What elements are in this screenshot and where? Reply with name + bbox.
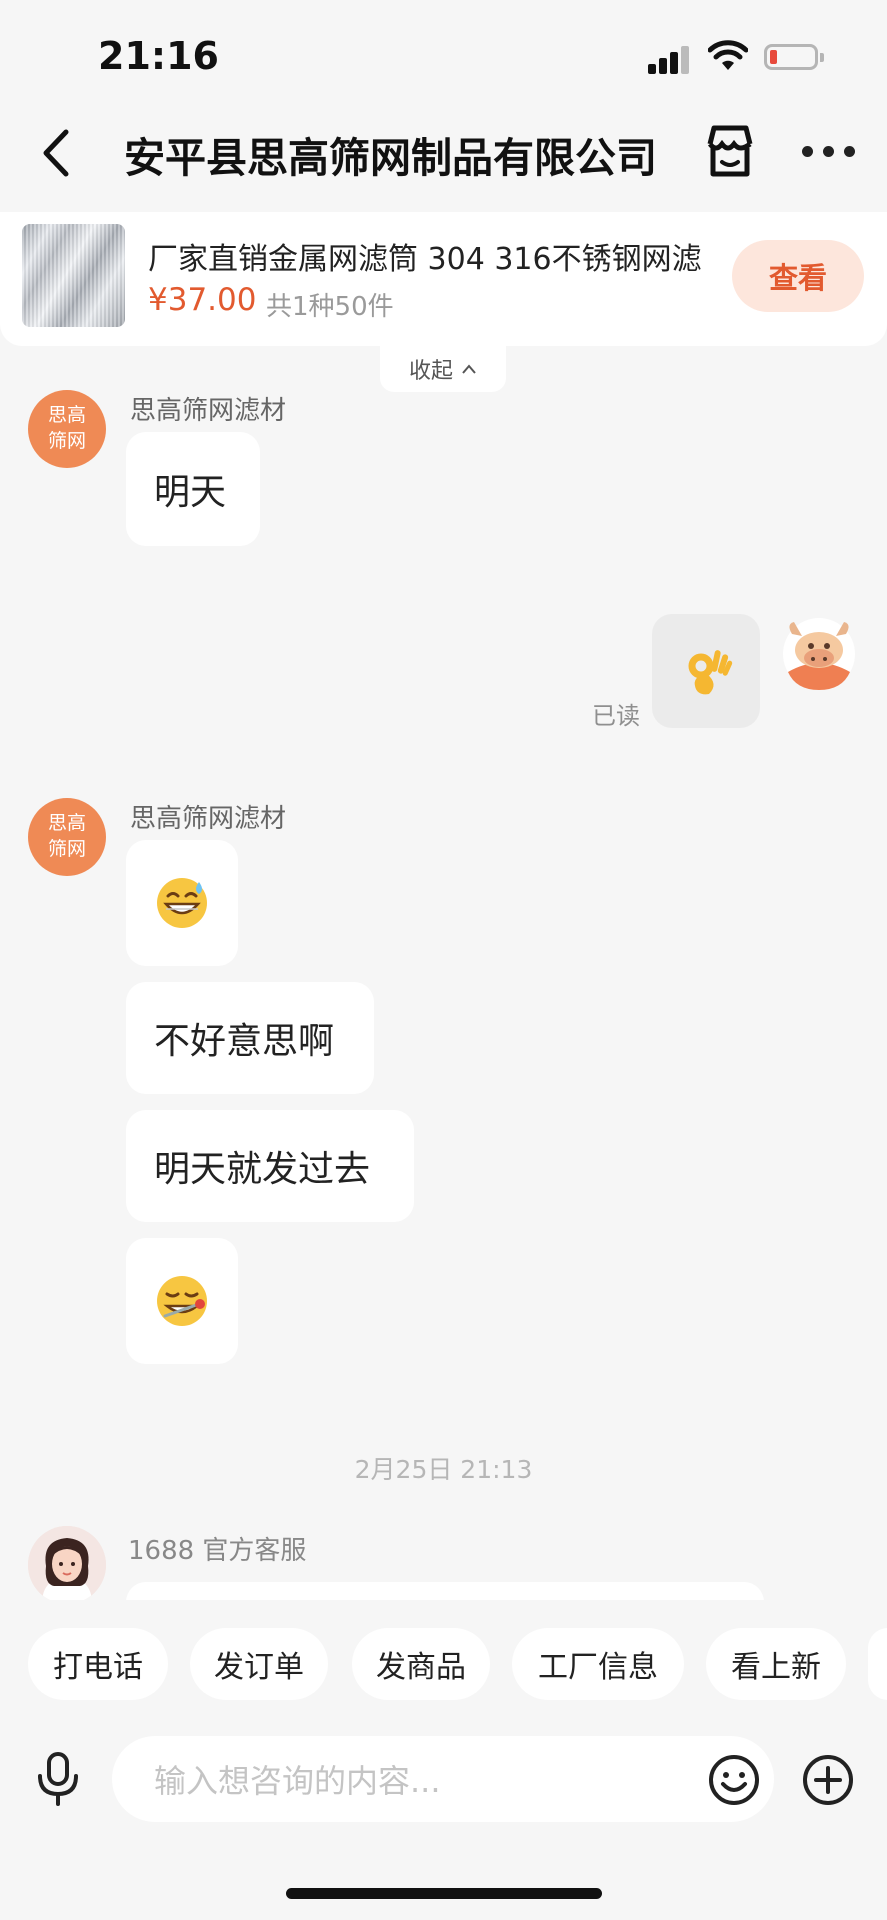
product-card[interactable]: 厂家直销金属网滤筒 304 316不锈钢网滤 ¥37.00 共1种50件 查看 [0,212,887,346]
shop-avatar-text: 筛网 [47,838,86,860]
quick-action-send-order[interactable]: 发订单 [190,1628,328,1700]
message-timestamp: 2月25日 21:13 [354,1455,533,1484]
collapse-button[interactable]: 收起 [380,346,506,392]
page-title: 安平县思高筛网制品有限公司 [124,134,657,182]
battery-icon [764,44,818,70]
ok-hand-emoji [688,650,733,695]
emoji-icon[interactable] [708,1754,760,1806]
collapse-label: 收起 [408,359,453,384]
view-product-button[interactable]: 查看 [732,240,864,312]
back-arrow-icon[interactable] [38,128,74,178]
product-quantity: 共1种50件 [266,292,394,322]
sender-name: 1688 官方客服 [128,1536,307,1566]
message-input[interactable]: 输入想咨询的内容... [112,1736,774,1822]
quick-action-new-arrivals[interactable]: 看上新 [706,1628,846,1700]
message-bubble[interactable]: 明天 [126,432,260,546]
sender-name: 思高筛网滤材 [130,396,287,426]
grinning-sweat-emoji [157,878,207,928]
shop-avatar-text: 筛网 [47,430,86,452]
plus-icon[interactable] [802,1754,854,1806]
product-title: 厂家直销金属网滤筒 304 316不锈钢网滤 [148,242,702,277]
shop-avatar[interactable]: 思高 筛网 [28,798,106,876]
product-thumbnail[interactable] [22,224,125,327]
customer-service-avatar[interactable] [28,1526,106,1604]
wifi-icon [708,40,748,70]
quick-action-send-product[interactable]: 发商品 [352,1628,490,1700]
microphone-icon[interactable] [36,1752,80,1806]
home-indicator [286,1888,602,1899]
store-icon[interactable] [704,124,756,178]
message-bubble-emoji[interactable] [126,840,238,966]
quick-action-factory-info[interactable]: 工厂信息 [512,1628,684,1700]
read-status: 已读 [592,702,640,730]
product-price: ¥37.00 [148,282,257,318]
shop-avatar-text: 思高 [47,812,86,835]
message-bubble-emoji[interactable] [126,1238,238,1364]
status-time: 21:16 [98,34,219,78]
more-icon[interactable] [802,146,856,158]
my-message-bubble[interactable] [652,614,760,728]
chevron-up-icon [462,364,476,374]
cellular-signal-icon [648,44,692,74]
quick-action-more[interactable] [868,1628,887,1700]
sender-name: 思高筛网滤材 [130,804,287,834]
input-placeholder: 输入想咨询的内容... [154,1762,441,1800]
battery-tip [820,53,824,62]
shop-avatar-text: 思高 [47,404,86,427]
message-bubble[interactable]: 不好意思啊 [126,982,374,1094]
shop-avatar[interactable]: 思高 筛网 [28,390,106,468]
quick-action-call[interactable]: 打电话 [28,1628,168,1700]
thermometer-face-emoji [157,1276,207,1326]
message-bubble[interactable]: 明天就发过去 [126,1110,414,1222]
user-avatar[interactable] [782,614,856,694]
